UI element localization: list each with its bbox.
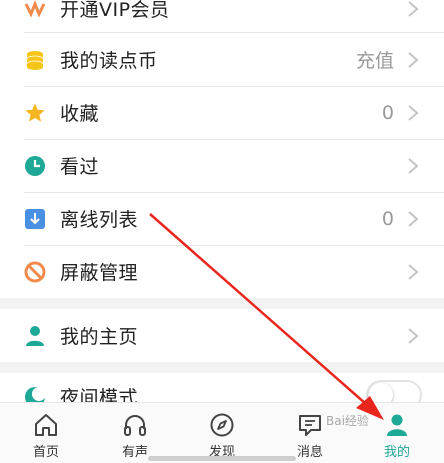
message-icon <box>296 411 324 439</box>
menu-item-label: 我的主页 <box>60 326 139 348</box>
chevron-right-icon <box>408 104 419 121</box>
menu-item-favorites[interactable]: 收藏 0 <box>0 86 444 139</box>
tab-discover[interactable]: 发现 <box>192 403 252 463</box>
tab-home[interactable]: 首页 <box>16 403 76 463</box>
tab-audio[interactable]: 有声 <box>105 403 165 463</box>
chevron-right-icon <box>408 263 419 280</box>
coin-stack-icon <box>24 49 46 71</box>
download-icon <box>24 208 46 230</box>
tab-profile[interactable]: 我的 <box>367 403 427 463</box>
menu-item-history[interactable]: 看过 <box>0 139 444 192</box>
headphones-icon <box>121 411 149 439</box>
menu-item-label: 收藏 <box>60 103 100 125</box>
tab-label: 有声 <box>121 445 148 460</box>
offline-count: 0 <box>381 207 394 230</box>
tab-label: 首页 <box>32 445 59 460</box>
tab-label: 我的 <box>383 445 410 460</box>
menu-item-label: 开通VIP会员 <box>60 0 170 21</box>
recharge-link[interactable]: 充值 <box>356 46 394 73</box>
chevron-right-icon <box>408 0 419 17</box>
menu-item-label: 屏蔽管理 <box>60 262 139 284</box>
menu-item-vip[interactable]: 开通VIP会员 <box>0 0 444 35</box>
compass-icon <box>208 411 236 439</box>
favorites-count: 0 <box>381 101 394 124</box>
section-gap <box>0 298 444 309</box>
menu-item-label: 我的读点币 <box>60 50 158 72</box>
menu-item-homepage[interactable]: 我的主页 <box>0 309 444 362</box>
menu-item-offline[interactable]: 离线列表 0 <box>0 192 444 245</box>
chevron-right-icon <box>408 327 419 344</box>
tab-label: 消息 <box>296 445 323 460</box>
bottom-tab-bar: 首页 有声 发现 消息 我的 <box>0 402 444 463</box>
menu-item-label: 离线列表 <box>60 209 139 231</box>
star-icon <box>24 102 46 124</box>
person-icon <box>24 325 46 347</box>
home-indicator <box>148 456 296 461</box>
profile-icon <box>383 411 411 439</box>
clock-icon <box>24 155 46 177</box>
menu-item-label: 看过 <box>60 156 100 178</box>
menu-item-coins[interactable]: 我的读点币 充值 <box>0 33 444 86</box>
chevron-right-icon <box>408 51 419 68</box>
menu-item-block[interactable]: 屏蔽管理 <box>0 245 444 298</box>
home-icon <box>32 411 60 439</box>
chevron-right-icon <box>408 157 419 174</box>
vip-icon <box>24 0 46 20</box>
block-icon <box>24 261 46 283</box>
watermark: Bai经验 <box>326 414 369 428</box>
chevron-right-icon <box>408 210 419 227</box>
